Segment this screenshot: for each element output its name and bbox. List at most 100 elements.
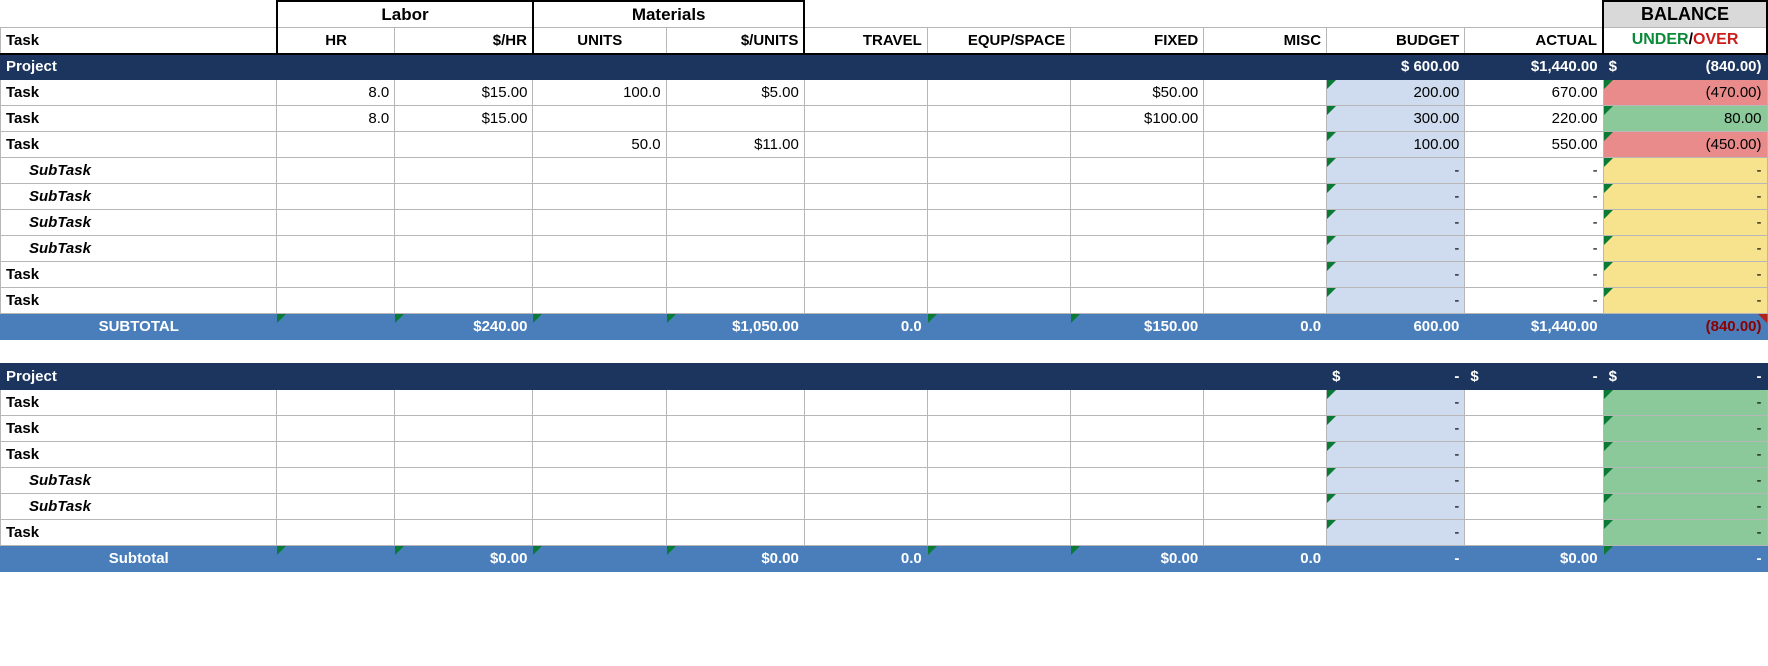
cell-urate[interactable] [666, 158, 804, 184]
cell-travel[interactable] [804, 236, 927, 262]
cell-units[interactable] [533, 390, 666, 416]
task-name[interactable]: Task [1, 132, 277, 158]
task-name[interactable]: Task [1, 106, 277, 132]
cell-urate[interactable] [666, 468, 804, 494]
cell-units[interactable] [533, 442, 666, 468]
cell-units[interactable]: 100.0 [533, 80, 666, 106]
table-row[interactable]: Task-- [1, 390, 1768, 416]
cell-actual[interactable]: - [1465, 262, 1603, 288]
cell-misc[interactable] [1204, 132, 1327, 158]
cell-rate[interactable] [395, 468, 533, 494]
cell-rate[interactable] [395, 494, 533, 520]
cell-equip[interactable] [927, 236, 1070, 262]
cell-actual[interactable] [1465, 520, 1603, 546]
cell-budget[interactable]: 300.00 [1327, 106, 1465, 132]
subtotal-unit-rate[interactable]: $0.00 [666, 546, 804, 572]
cell-misc[interactable] [1204, 442, 1327, 468]
cell-rate[interactable] [395, 132, 533, 158]
cell-budget[interactable]: - [1327, 520, 1465, 546]
cell-actual[interactable]: - [1465, 236, 1603, 262]
cell-misc[interactable] [1204, 210, 1327, 236]
cell-travel[interactable] [804, 416, 927, 442]
cell-travel[interactable] [804, 210, 927, 236]
table-row[interactable]: SubTask-- [1, 468, 1768, 494]
subtotal-row[interactable]: Subtotal $0.00 $0.00 0.0 $0.00 0.0 - $0.… [1, 546, 1768, 572]
subtask-name[interactable]: SubTask [1, 236, 277, 262]
project-balance[interactable]: $(840.00) [1603, 54, 1767, 80]
cell-actual[interactable] [1465, 416, 1603, 442]
cell-hr[interactable] [277, 494, 395, 520]
cell-balance[interactable]: - [1603, 262, 1767, 288]
table-row[interactable]: Task-- [1, 442, 1768, 468]
cell-budget[interactable]: - [1327, 288, 1465, 314]
subtotal-misc[interactable]: 0.0 [1204, 314, 1327, 340]
cell-travel[interactable] [804, 262, 927, 288]
task-name[interactable]: Task [1, 390, 277, 416]
project-row[interactable]: Project $- $- $- [1, 364, 1768, 390]
cell-equip[interactable] [927, 210, 1070, 236]
subtotal-rate[interactable]: $240.00 [395, 314, 533, 340]
budget-spreadsheet[interactable]: Labor Materials BALANCE Task HR $/HR UNI… [0, 0, 1768, 572]
cell-equip[interactable] [927, 520, 1070, 546]
cell-hr[interactable] [277, 442, 395, 468]
cell-travel[interactable] [804, 520, 927, 546]
cell-urate[interactable] [666, 520, 804, 546]
cell-fixed[interactable] [1071, 184, 1204, 210]
cell-budget[interactable]: - [1327, 468, 1465, 494]
cell-balance[interactable]: (470.00) [1603, 80, 1767, 106]
table-row[interactable]: Task-- [1, 520, 1768, 546]
subtask-name[interactable]: SubTask [1, 210, 277, 236]
cell-balance[interactable]: - [1603, 442, 1767, 468]
cell-rate[interactable] [395, 158, 533, 184]
cell-equip[interactable] [927, 468, 1070, 494]
cell-balance[interactable]: - [1603, 158, 1767, 184]
cell-rate[interactable] [395, 288, 533, 314]
cell-hr[interactable] [277, 468, 395, 494]
cell-units[interactable] [533, 468, 666, 494]
cell-hr[interactable]: 8.0 [277, 80, 395, 106]
cell-balance[interactable]: - [1603, 236, 1767, 262]
cell-budget[interactable]: - [1327, 184, 1465, 210]
task-name[interactable]: Task [1, 80, 277, 106]
cell-hr[interactable]: 8.0 [277, 106, 395, 132]
cell-budget[interactable]: - [1327, 390, 1465, 416]
cell-actual[interactable]: 220.00 [1465, 106, 1603, 132]
cell-fixed[interactable] [1071, 520, 1204, 546]
cell-rate[interactable]: $15.00 [395, 80, 533, 106]
cell-budget[interactable]: - [1327, 442, 1465, 468]
subtask-name[interactable]: SubTask [1, 494, 277, 520]
cell-urate[interactable] [666, 262, 804, 288]
cell-rate[interactable] [395, 262, 533, 288]
cell-budget[interactable]: 100.00 [1327, 132, 1465, 158]
cell-budget[interactable]: - [1327, 210, 1465, 236]
cell-budget[interactable]: 200.00 [1327, 80, 1465, 106]
subtask-name[interactable]: SubTask [1, 158, 277, 184]
cell-misc[interactable] [1204, 158, 1327, 184]
cell-urate[interactable]: $5.00 [666, 80, 804, 106]
cell-equip[interactable] [927, 106, 1070, 132]
cell-units[interactable]: 50.0 [533, 132, 666, 158]
cell-fixed[interactable]: $50.00 [1071, 80, 1204, 106]
cell-travel[interactable] [804, 106, 927, 132]
cell-rate[interactable]: $15.00 [395, 106, 533, 132]
cell-actual[interactable]: - [1465, 184, 1603, 210]
cell-fixed[interactable] [1071, 210, 1204, 236]
cell-balance[interactable]: (450.00) [1603, 132, 1767, 158]
cell-travel[interactable] [804, 132, 927, 158]
cell-units[interactable] [533, 184, 666, 210]
cell-misc[interactable] [1204, 494, 1327, 520]
cell-hr[interactable] [277, 416, 395, 442]
cell-misc[interactable] [1204, 262, 1327, 288]
table-row[interactable]: Task--- [1, 262, 1768, 288]
cell-actual[interactable]: 670.00 [1465, 80, 1603, 106]
cell-balance[interactable]: 80.00 [1603, 106, 1767, 132]
cell-urate[interactable] [666, 494, 804, 520]
cell-units[interactable] [533, 416, 666, 442]
cell-hr[interactable] [277, 132, 395, 158]
cell-equip[interactable] [927, 158, 1070, 184]
cell-hr[interactable] [277, 210, 395, 236]
cell-fixed[interactable] [1071, 236, 1204, 262]
table-row[interactable]: Task8.0$15.00$100.00300.00220.0080.00 [1, 106, 1768, 132]
cell-misc[interactable] [1204, 416, 1327, 442]
cell-balance[interactable]: - [1603, 494, 1767, 520]
